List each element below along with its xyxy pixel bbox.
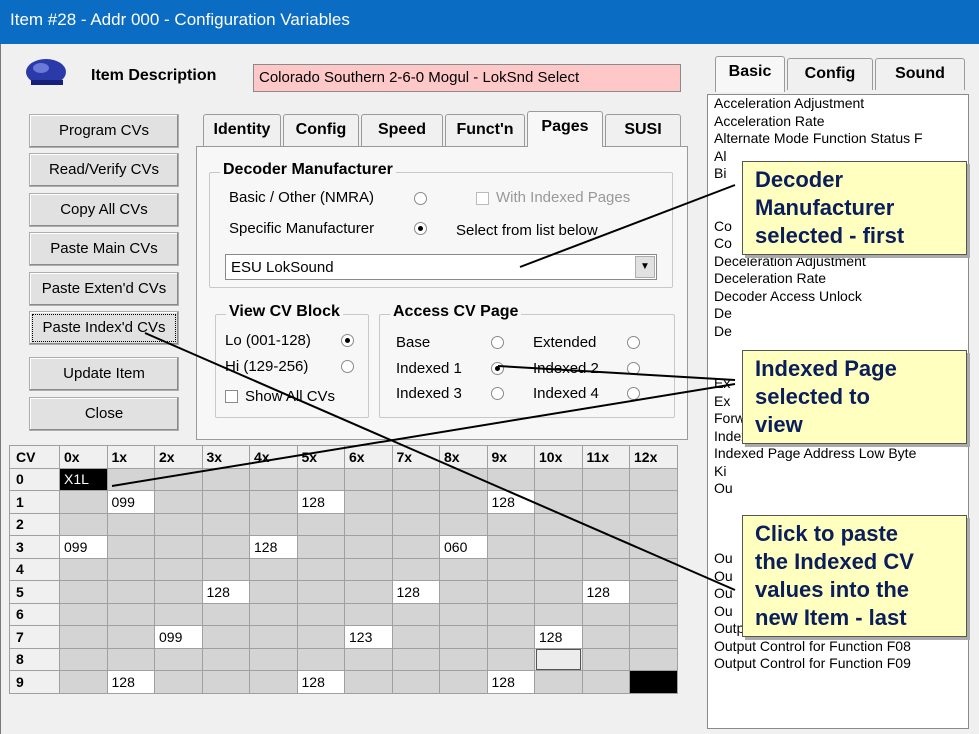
callout-paste-indexed: Click to paste the Indexed CV values int… [742,515,967,637]
callout-line: Decoder [755,167,844,192]
callout-decoder-manufacturer: Decoder Manufacturer selected - first [742,161,967,255]
callout-line: values into the [755,577,910,602]
callout-line: new Item - last [755,605,907,630]
pointer-line-1 [519,184,736,268]
tab-pages[interactable]: Pages [527,111,603,147]
callout-line: the Indexed CV [755,549,914,574]
callout-line: selected to [755,384,870,409]
pointer-line-3 [144,332,736,591]
callout-line: selected - first [755,223,905,248]
callout-line: view [755,412,803,437]
callout-indexed-page: Indexed Page selected to view [742,350,967,444]
callout-line: Manufacturer [755,195,895,220]
tab-basic[interactable]: Basic [715,56,785,92]
callout-line: Click to paste [755,521,899,546]
callout-line: Indexed Page [755,356,897,381]
pointer-line-2a [497,365,736,381]
pointer-line-2b [111,383,736,487]
